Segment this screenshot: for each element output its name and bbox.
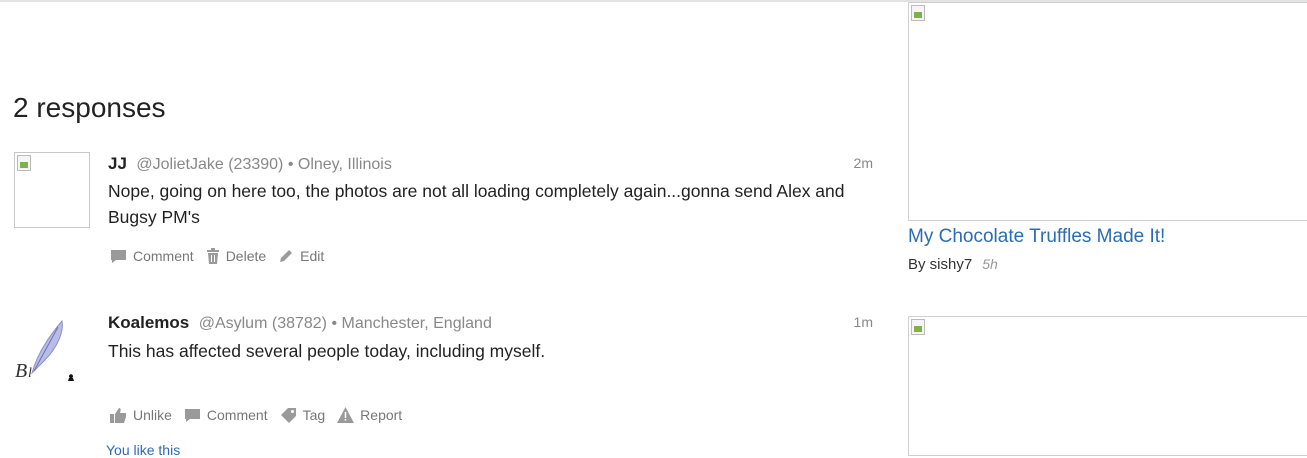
- author-name[interactable]: JJ: [108, 154, 127, 173]
- trash-icon: [206, 248, 219, 264]
- author-location: Olney, Illinois: [297, 156, 392, 173]
- broken-image-icon: [17, 155, 31, 171]
- comment-button[interactable]: Comment: [184, 407, 268, 423]
- tag-button[interactable]: Tag: [280, 407, 326, 423]
- response-time: 1m: [853, 314, 873, 330]
- delete-button[interactable]: Delete: [206, 248, 266, 264]
- avatar-jj[interactable]: [14, 152, 90, 228]
- edit-button[interactable]: Edit: [278, 248, 324, 264]
- author-points: (38782): [271, 315, 328, 332]
- response-text: This has affected several people today, …: [108, 341, 546, 361]
- svg-text:l: l: [28, 366, 32, 381]
- sidebar-item-author[interactable]: By sishy7: [908, 256, 972, 273]
- comment-label: Comment: [206, 407, 268, 423]
- response-header: JJ @JolietJake (23390) • Olney, Illinois: [108, 154, 392, 173]
- avatar-koalemos[interactable]: B l: [14, 311, 90, 387]
- responses-heading: 2 responses: [13, 92, 166, 123]
- sidebar-item-byline: By sishy7 5h: [908, 256, 998, 273]
- svg-text:B: B: [15, 360, 27, 382]
- author-points: (23390): [228, 156, 284, 173]
- response-header: Koalemos @Asylum (38782) • Manchester, E…: [108, 313, 492, 332]
- broken-image-icon: [911, 5, 925, 21]
- comment-label: Comment: [133, 248, 194, 264]
- tag-icon: [280, 408, 296, 423]
- broken-image-icon: [911, 319, 925, 335]
- author-handle[interactable]: @Asylum: [199, 315, 268, 332]
- sidebar-item-title[interactable]: My Chocolate Truffles Made It!: [908, 226, 1165, 248]
- author-handle[interactable]: @JolietJake: [136, 156, 223, 173]
- unlike-label: Unlike: [133, 407, 172, 423]
- quill-avatar-image: B l: [15, 319, 74, 382]
- sidebar-thumbnail[interactable]: [908, 316, 1307, 456]
- response-text: Nope, going on here too, the photos are …: [108, 181, 845, 227]
- comment-icon: [111, 249, 126, 263]
- thumbs-up-icon: [110, 408, 126, 423]
- response-time: 2m: [853, 155, 873, 171]
- delete-label: Delete: [225, 248, 267, 264]
- comment-icon: [184, 408, 200, 422]
- unlike-button[interactable]: Unlike: [110, 407, 172, 423]
- sidebar-thumbnail[interactable]: [908, 2, 1307, 221]
- report-label: Report: [360, 407, 403, 423]
- pencil-icon: [280, 250, 293, 262]
- likes-text[interactable]: You like this: [106, 442, 180, 458]
- report-button[interactable]: Report: [337, 407, 402, 423]
- edit-label: Edit: [300, 248, 325, 264]
- comment-button[interactable]: Comment: [110, 248, 194, 264]
- tag-label: Tag: [302, 407, 326, 423]
- author-location: Manchester, England: [341, 315, 492, 332]
- response-actions: Comment Delete Edit: [110, 248, 324, 264]
- warning-icon: [337, 407, 355, 423]
- sidebar-item-age: 5h: [982, 256, 998, 272]
- response-actions: Unlike Comment Tag Report: [110, 407, 402, 423]
- author-name[interactable]: Koalemos: [108, 313, 189, 332]
